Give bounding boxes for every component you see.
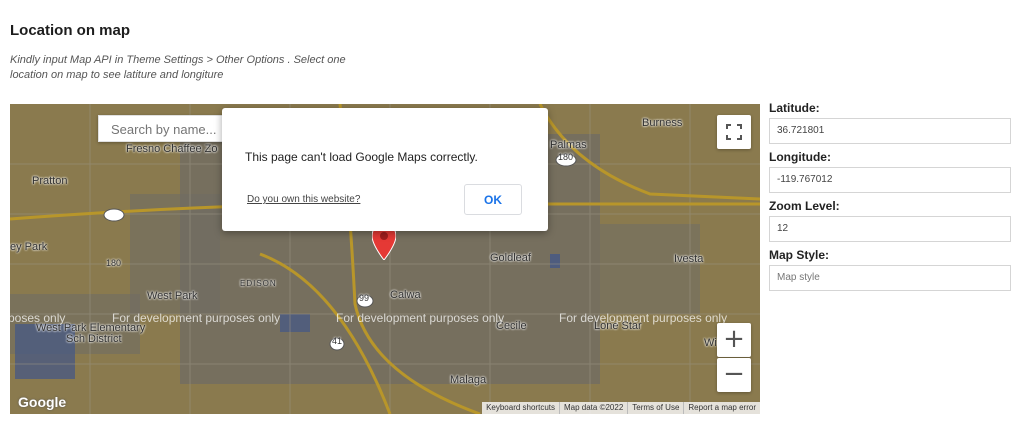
section-title: Location on map xyxy=(10,22,130,39)
dev-watermark: poses only xyxy=(10,311,66,325)
location-fields: Latitude: 36.721801 Longitude: -119.7670… xyxy=(769,101,1011,297)
place-school-line2: Sch District xyxy=(66,333,122,345)
place-ivesta: Ivesta xyxy=(674,253,704,265)
dialog-message: This page can't load Google Maps correct… xyxy=(245,150,478,164)
fullscreen-icon xyxy=(726,124,742,140)
place-wi: Wi xyxy=(704,337,717,349)
map-canvas[interactable]: 180 180 99 41 Fresno Chaffee Zo Pratton … xyxy=(10,104,760,414)
place-burness: Burness xyxy=(642,117,683,129)
dialog-ok-button[interactable]: OK xyxy=(464,184,522,215)
section-description: Kindly input Map API in Theme Settings >… xyxy=(10,54,346,81)
map-style-label: Map Style: xyxy=(769,248,830,262)
place-malaga: Malaga xyxy=(450,374,487,386)
highway-shield-180-left: 180 xyxy=(106,258,122,268)
report-map-error-link[interactable]: Report a map error xyxy=(683,402,760,414)
highway-shield-41: 41 xyxy=(332,336,343,346)
dev-watermark: For development purposes only xyxy=(112,311,281,325)
fullscreen-button[interactable] xyxy=(717,115,751,149)
place-calwa: Calwa xyxy=(390,289,421,301)
place-pratton: Pratton xyxy=(32,175,68,187)
place-key-park: ey Park xyxy=(10,241,48,253)
latitude-input[interactable]: 36.721801 xyxy=(769,118,1011,144)
map-data-text: Map data ©2022 xyxy=(559,402,627,414)
dev-watermark: For development purposes only xyxy=(336,311,505,325)
zoom-level-label: Zoom Level: xyxy=(769,199,840,213)
latitude-label: Latitude: xyxy=(769,101,820,115)
google-logo: Google xyxy=(18,394,67,410)
highway-shield-180-right: 180 xyxy=(558,152,574,162)
place-fresno-chaffee: Fresno Chaffee Zo xyxy=(126,143,218,155)
place-west-park: West Park xyxy=(147,290,198,302)
keyboard-shortcuts-link[interactable]: Keyboard shortcuts xyxy=(482,402,559,414)
place-palmas: Palmas xyxy=(550,139,587,151)
dev-watermark: For development purposes only xyxy=(559,311,728,325)
zoom-level-input[interactable]: 12 xyxy=(769,216,1011,242)
place-edison: EDISON xyxy=(240,279,277,288)
terms-of-use-link[interactable]: Terms of Use xyxy=(627,402,683,414)
longitude-label: Longitude: xyxy=(769,150,831,164)
place-goldleaf: Goldleaf xyxy=(490,252,531,264)
zoom-out-button[interactable]: − xyxy=(717,358,751,392)
map-footer: Keyboard shortcuts Map data ©2022 Terms … xyxy=(482,402,760,414)
own-website-link[interactable]: Do you own this website? xyxy=(247,194,360,205)
longitude-input[interactable]: -119.767012 xyxy=(769,167,1011,193)
highway-shield-99: 99 xyxy=(359,293,370,303)
map-style-input[interactable]: Map style xyxy=(769,265,1011,291)
maps-error-dialog: This page can't load Google Maps correct… xyxy=(222,108,548,231)
zoom-in-button[interactable]: + xyxy=(717,323,751,357)
